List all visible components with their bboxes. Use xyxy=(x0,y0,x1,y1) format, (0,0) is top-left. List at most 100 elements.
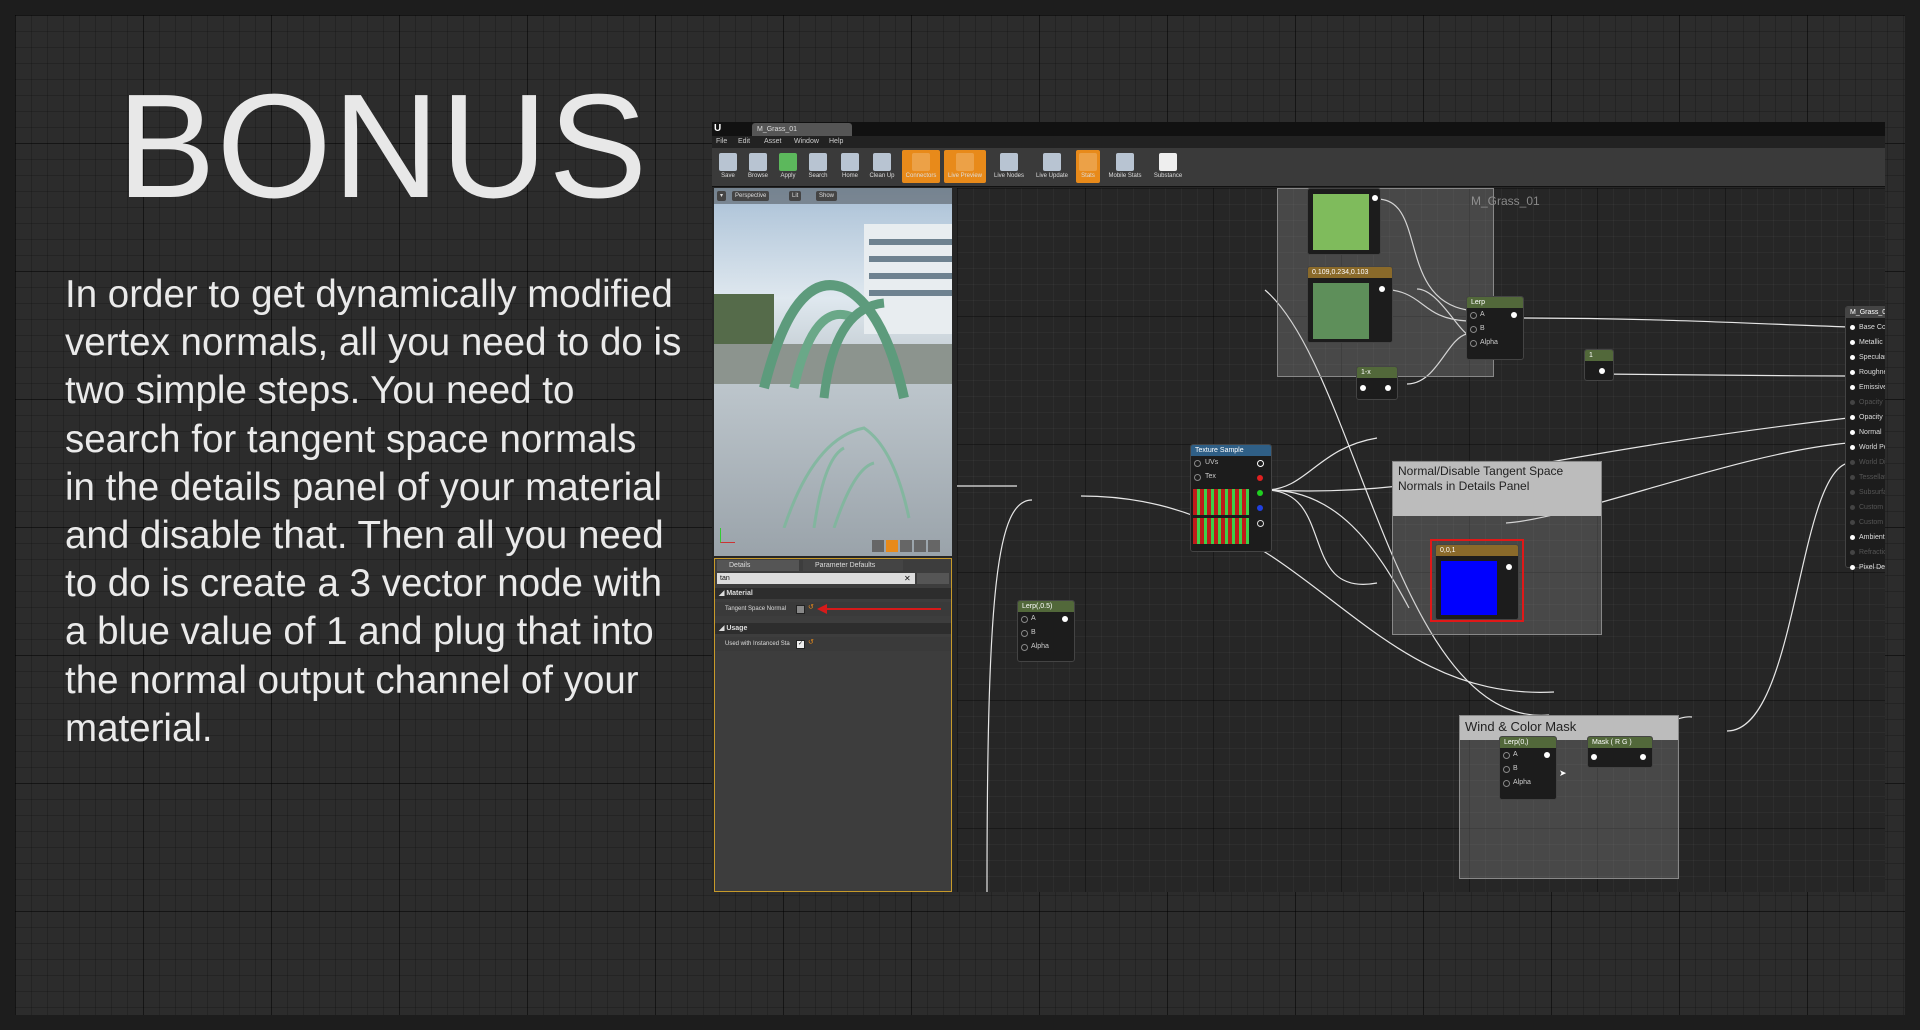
input-pin[interactable] xyxy=(1850,429,1855,435)
input-pin[interactable] xyxy=(1850,549,1855,555)
details-search-input[interactable]: tan xyxy=(717,573,915,584)
section-header-usage[interactable]: ◢ Usage xyxy=(715,623,951,634)
material-input-row[interactable]: Tessellation Multiplier xyxy=(1850,472,1885,484)
material-input-row[interactable]: Opacity xyxy=(1850,397,1885,409)
substance-button[interactable]: Substance xyxy=(1150,150,1186,183)
material-input-row[interactable]: Opacity Mask xyxy=(1850,412,1885,424)
instanced-static-mesh-checkbox[interactable]: ✓ xyxy=(796,640,805,649)
viewport-lit-button[interactable]: Lit xyxy=(789,191,802,201)
material-input-row[interactable]: Metallic xyxy=(1850,337,1885,349)
menu-item-edit[interactable]: Edit xyxy=(738,138,750,145)
lerp-node[interactable]: Lerp A B Alpha xyxy=(1466,296,1524,360)
output-pin[interactable] xyxy=(1062,616,1068,622)
vector3-constant-node[interactable]: 0,0,1 xyxy=(1435,544,1519,620)
live-preview-button[interactable]: Live Preview xyxy=(944,150,986,183)
input-pin[interactable] xyxy=(1021,644,1028,651)
input-pin[interactable] xyxy=(1470,312,1477,319)
constant-color-node[interactable] xyxy=(1307,188,1381,255)
viewport-perspective-button[interactable]: Perspective xyxy=(732,191,770,201)
apply-button[interactable]: Apply xyxy=(774,150,802,183)
output-pin[interactable] xyxy=(1385,385,1391,391)
input-pin[interactable] xyxy=(1850,414,1855,420)
viewport-options-button[interactable]: ▾ xyxy=(717,191,727,201)
input-pin[interactable] xyxy=(1850,369,1855,375)
one-minus-node[interactable]: 1-x xyxy=(1356,366,1398,400)
input-pin[interactable] xyxy=(1194,474,1201,481)
input-pin[interactable] xyxy=(1021,616,1028,623)
viewport-show-button[interactable]: Show xyxy=(816,191,838,201)
viewport-shape-button[interactable] xyxy=(886,540,898,552)
connectors-button[interactable]: Connectors xyxy=(902,150,940,183)
material-input-row[interactable]: Custom Data 1 xyxy=(1850,517,1885,529)
constant-scalar-node[interactable]: 1 xyxy=(1584,349,1614,381)
lerp-node[interactable]: Lerp(,0.5) A B Alpha xyxy=(1017,600,1075,662)
input-pin[interactable] xyxy=(1470,340,1477,347)
output-pin[interactable] xyxy=(1257,460,1264,467)
input-pin[interactable] xyxy=(1850,474,1855,480)
material-input-row[interactable]: Specular xyxy=(1850,352,1885,364)
viewport-shape-button[interactable] xyxy=(900,540,912,552)
input-pin[interactable] xyxy=(1360,385,1366,391)
material-input-row[interactable]: Subsurface Color xyxy=(1850,487,1885,499)
material-input-row[interactable]: Refraction xyxy=(1850,547,1885,559)
material-input-row[interactable]: Base Color xyxy=(1850,322,1885,334)
output-pin[interactable] xyxy=(1640,754,1646,760)
output-pin[interactable] xyxy=(1506,564,1512,570)
input-pin[interactable] xyxy=(1850,534,1855,540)
parameter-defaults-tab[interactable]: Parameter Defaults xyxy=(803,560,903,571)
output-pin-a[interactable] xyxy=(1257,520,1264,527)
input-pin[interactable] xyxy=(1850,489,1855,495)
clean-up-button[interactable]: Clean Up xyxy=(866,150,898,183)
output-pin-b[interactable] xyxy=(1257,505,1263,511)
input-pin[interactable] xyxy=(1021,630,1028,637)
stats-button[interactable]: Stats xyxy=(1076,150,1100,183)
material-input-row[interactable]: Ambient Occlusion xyxy=(1850,532,1885,544)
material-input-row[interactable]: Custom Data 0 xyxy=(1850,502,1885,514)
menu-item-asset[interactable]: Asset xyxy=(764,138,782,145)
material-input-row[interactable]: Pixel Depth Offset xyxy=(1850,562,1885,574)
material-input-row[interactable]: World Position Offset xyxy=(1850,442,1885,454)
input-pin[interactable] xyxy=(1503,766,1510,773)
output-pin[interactable] xyxy=(1544,752,1550,758)
constant-color-node[interactable]: 0.109,0.234,0.103 xyxy=(1307,266,1393,343)
menu-item-file[interactable]: File xyxy=(716,138,727,145)
details-tab[interactable]: Details xyxy=(717,560,799,571)
input-pin[interactable] xyxy=(1850,354,1855,360)
editor-tab[interactable]: M_Grass_01 xyxy=(752,123,852,136)
output-pin[interactable] xyxy=(1599,368,1605,374)
search-button[interactable]: Search xyxy=(804,150,832,183)
live-nodes-button[interactable]: Live Nodes xyxy=(990,150,1028,183)
input-pin[interactable] xyxy=(1591,754,1597,760)
output-pin[interactable] xyxy=(1379,286,1385,292)
input-pin[interactable] xyxy=(1850,384,1855,390)
input-pin[interactable] xyxy=(1850,519,1855,525)
input-pin[interactable] xyxy=(1503,752,1510,759)
menu-item-window[interactable]: Window xyxy=(794,138,819,145)
material-input-row[interactable]: World Displacement xyxy=(1850,457,1885,469)
material-input-row[interactable]: Emissive Color xyxy=(1850,382,1885,394)
input-pin[interactable] xyxy=(1850,459,1855,465)
viewport-shape-button[interactable] xyxy=(872,540,884,552)
reset-arrow-icon[interactable]: ↺ xyxy=(808,638,814,646)
menu-item-help[interactable]: Help xyxy=(829,138,843,145)
input-pin[interactable] xyxy=(1850,399,1855,405)
output-pin[interactable] xyxy=(1511,312,1517,318)
tangent-space-normal-checkbox[interactable] xyxy=(796,605,805,614)
material-input-row[interactable]: Normal xyxy=(1850,427,1885,439)
save-button[interactable]: Save xyxy=(714,150,742,183)
component-mask-node[interactable]: Mask ( R G ) xyxy=(1587,736,1653,768)
viewport-shape-button[interactable] xyxy=(914,540,926,552)
input-pin[interactable] xyxy=(1850,324,1855,330)
output-pin-r[interactable] xyxy=(1257,475,1263,481)
input-pin[interactable] xyxy=(1850,504,1855,510)
browse-button[interactable]: Browse xyxy=(744,150,772,183)
input-pin[interactable] xyxy=(1503,780,1510,787)
section-header-material[interactable]: ◢ Material xyxy=(715,588,951,599)
home-button[interactable]: Home xyxy=(836,150,864,183)
output-pin-g[interactable] xyxy=(1257,490,1263,496)
output-pin[interactable] xyxy=(1372,195,1378,201)
lerp-node[interactable]: Lerp(0,) A B Alpha xyxy=(1499,736,1557,800)
preview-viewport[interactable]: ▾ Perspective Lit Show xyxy=(714,188,952,556)
material-graph[interactable]: M_Grass_01 0.109,0.234,0.103 Lerp A B Al… xyxy=(957,188,1885,892)
material-result-node[interactable]: M_Grass_01 Base Color Metallic Specular Rou… xyxy=(1845,306,1885,571)
